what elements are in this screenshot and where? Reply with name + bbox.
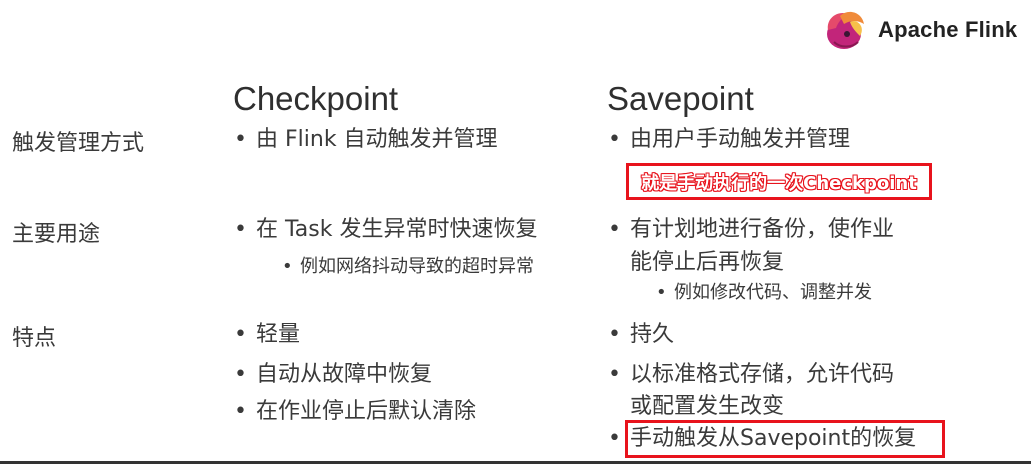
column-header-savepoint: Savepoint (607, 80, 754, 117)
row-label-usage: 主要用途 (12, 222, 101, 247)
savepoint-annotation-box: 就是手动执行的一次Checkpoint (626, 163, 932, 200)
checkpoint-usage-sub-bullet: 例如网络抖动导致的超时异常 (282, 255, 534, 279)
brand-name: Apache Flink (878, 17, 1018, 42)
savepoint-trigger-bullet: 由用户手动触发并管理 (608, 126, 850, 154)
savepoint-feature-bullet-2-line2: 或配置发生改变 (630, 394, 785, 419)
savepoint-usage-bullet-line2: 能停止后再恢复 (630, 250, 785, 275)
row-label-trigger: 触发管理方式 (12, 131, 145, 156)
savepoint-feature-bullet-1: 持久 (608, 321, 674, 349)
checkpoint-trigger-bullet: 由 Flink 自动触发并管理 (234, 126, 498, 154)
column-header-checkpoint: Checkpoint (233, 80, 399, 117)
flink-squirrel-icon (827, 11, 864, 49)
checkpoint-feature-bullet-3: 在作业停止后默认清除 (234, 398, 476, 426)
savepoint-feature-bullet-2-line1: 以标准格式存储，允许代码 (608, 361, 894, 389)
checkpoint-feature-bullet-2: 自动从故障中恢复 (234, 361, 432, 389)
row-label-features: 特点 (12, 326, 57, 351)
savepoint-highlight-box (625, 420, 945, 458)
checkpoint-usage-bullet: 在 Task 发生异常时快速恢复 (234, 216, 538, 244)
checkpoint-feature-bullet-1: 轻量 (234, 321, 300, 349)
savepoint-usage-bullet-line1: 有计划地进行备份，使作业 (608, 216, 894, 244)
apache-flink-logo: Apache Flink (820, 8, 1017, 52)
savepoint-usage-sub-bullet: 例如修改代码、调整并发 (656, 281, 872, 305)
